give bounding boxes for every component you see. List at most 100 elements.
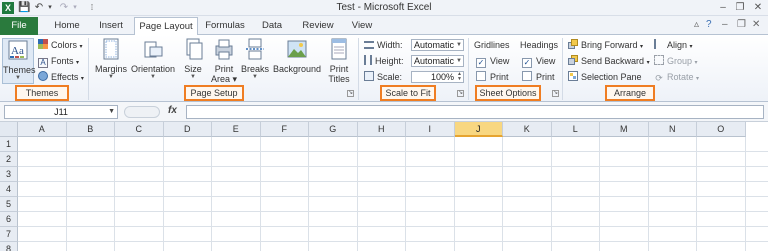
themes-button[interactable]: Aa Themes ▼ [2, 38, 36, 84]
size-button[interactable]: Size ▼ [180, 38, 206, 80]
selection-pane-button[interactable]: Selection Pane [568, 70, 642, 84]
effects-button[interactable]: Effects ▾ [38, 70, 84, 84]
row-header-1[interactable]: 1 [0, 137, 18, 152]
height-icon [364, 55, 372, 65]
headings-print-checkbox[interactable]: Print [522, 70, 555, 84]
column-gridline [599, 137, 600, 251]
column-gridline [356, 137, 358, 251]
select-all-corner[interactable] [0, 122, 18, 137]
tab-view[interactable]: View [344, 17, 380, 35]
sheet-options-launcher-icon[interactable]: ↘ [552, 90, 559, 97]
background-button[interactable]: Background [272, 38, 322, 74]
align-button[interactable]: Align ▾ [654, 38, 693, 52]
rotate-button[interactable]: ⟳ Rotate ▾ [654, 70, 699, 84]
help-icon[interactable]: ? [706, 19, 712, 30]
column-header-n[interactable]: N [648, 122, 697, 137]
margins-label: Margins [94, 64, 127, 74]
row-gridline [18, 181, 768, 182]
minimize-ribbon-icon[interactable]: ▵ [694, 19, 699, 30]
restore-button[interactable]: ❐ [733, 1, 747, 14]
column-header-f[interactable]: F [260, 122, 309, 137]
themes-icon: Aa [8, 40, 28, 60]
tab-home[interactable]: Home [46, 17, 88, 35]
row-header-2[interactable]: 2 [0, 152, 18, 167]
spinner-icon[interactable]: ▲ ▼ [457, 72, 462, 82]
scale-icon [364, 71, 374, 81]
formula-input[interactable] [186, 105, 764, 119]
margins-button[interactable]: Margins ▼ [94, 38, 128, 80]
row-header-3[interactable]: 3 [0, 167, 18, 182]
orientation-button[interactable]: Orientation ▼ [130, 38, 176, 80]
tab-data[interactable]: Data [254, 17, 290, 35]
chevron-down-icon[interactable]: ▼ [108, 106, 115, 118]
breaks-label: Breaks [241, 64, 270, 74]
row-header-8[interactable]: 8 [0, 242, 18, 251]
row-header-6[interactable]: 6 [0, 212, 18, 227]
column-header-l[interactable]: L [551, 122, 600, 137]
print-titles-button[interactable]: Print Titles [325, 38, 353, 84]
height-label: Height: [364, 54, 404, 68]
width-select[interactable]: Automatic ▼ [411, 39, 464, 51]
column-gridline [162, 137, 164, 251]
column-header-e[interactable]: E [212, 122, 261, 137]
column-header-g[interactable]: G [309, 122, 358, 137]
column-gridline [65, 137, 67, 251]
group-button[interactable]: Group ▾ [654, 54, 698, 68]
row-header-4[interactable]: 4 [0, 182, 18, 197]
gridlines-print-checkbox[interactable]: Print [476, 70, 509, 84]
chevron-down-icon: ▼ [456, 58, 462, 64]
chevron-down-icon: ▼ [15, 75, 21, 81]
column-header-c[interactable]: C [115, 122, 164, 137]
tab-insert[interactable]: Insert [90, 17, 132, 35]
page-setup-launcher-icon[interactable]: ↘ [347, 90, 354, 97]
column-header-o[interactable]: O [697, 122, 746, 137]
tab-file[interactable]: File [0, 17, 38, 35]
workbook-restore-icon[interactable]: ❐ [737, 19, 746, 30]
name-box[interactable]: J11 ▼ [4, 105, 118, 119]
tab-page-layout[interactable]: Page Layout [134, 17, 198, 36]
column-gridline [696, 137, 697, 251]
row-header-5[interactable]: 5 [0, 197, 18, 212]
column-header-j[interactable]: J [454, 122, 503, 137]
chevron-down-icon: ▼ [456, 42, 462, 48]
colors-label: Colors [51, 40, 78, 50]
close-button[interactable]: ✕ [751, 1, 765, 14]
formula-bar-expand-handle[interactable] [124, 106, 160, 118]
breaks-button[interactable]: Breaks ▼ [241, 38, 269, 80]
send-backward-button[interactable]: Send Backward ▾ [568, 54, 650, 68]
headings-view-checkbox[interactable]: ✓ View [522, 54, 555, 68]
colors-button[interactable]: Colors ▾ [38, 38, 83, 52]
chevron-down-icon: ▼ [150, 74, 156, 80]
column-header-b[interactable]: B [66, 122, 115, 137]
column-header-h[interactable]: H [357, 122, 406, 137]
column-header-d[interactable]: D [163, 122, 212, 137]
tab-formulas[interactable]: Formulas [200, 17, 250, 35]
workbook-minimize-icon[interactable]: – [722, 19, 728, 30]
bring-forward-button[interactable]: Bring Forward ▾ [568, 38, 643, 52]
fonts-button[interactable]: A Fonts ▾ [38, 54, 79, 68]
height-select[interactable]: Automatic ▼ [411, 55, 464, 67]
gridlines-view-checkbox[interactable]: ✓ View [476, 54, 509, 68]
checkbox-checked-icon: ✓ [522, 58, 532, 68]
print-area-button[interactable]: Print Area ▾ [210, 38, 238, 84]
width-icon [364, 41, 374, 49]
column-header-i[interactable]: I [406, 122, 455, 137]
scale-spinner[interactable]: 100% ▲ ▼ [411, 71, 464, 83]
column-header-k[interactable]: K [503, 122, 552, 137]
insert-function-icon[interactable]: fx [168, 105, 177, 116]
scale-to-fit-launcher-icon[interactable]: ↘ [457, 90, 464, 97]
group-separator [88, 38, 89, 100]
print-titles-icon [331, 38, 347, 60]
column-gridline [453, 137, 455, 251]
minimize-button[interactable]: – [716, 1, 730, 14]
worksheet-grid[interactable]: ABCDEFGHIJKLMNO 12345678 [0, 122, 768, 251]
row-header-7[interactable]: 7 [0, 227, 18, 242]
excel-window: X 💾 ↶ ▾ ↷ ▾ ⁞ Test - Microsoft Excel – ❐… [0, 0, 768, 251]
size-icon [186, 38, 203, 60]
checkbox-checked-icon: ✓ [476, 58, 486, 68]
tab-review[interactable]: Review [296, 17, 340, 35]
column-header-m[interactable]: M [600, 122, 649, 137]
column-header-a[interactable]: A [18, 122, 67, 137]
row-gridline [18, 151, 768, 152]
workbook-close-icon[interactable]: ✕ [752, 19, 760, 30]
